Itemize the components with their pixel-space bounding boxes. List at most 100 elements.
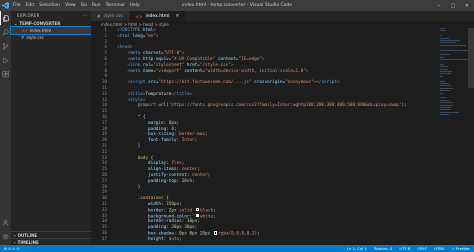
code-token: charset (142, 51, 161, 57)
status-item[interactable]: ✓ Prettier (452, 246, 470, 251)
minimap-line (440, 71, 453, 73)
minimap-line (440, 49, 468, 51)
code-token: center (192, 173, 208, 178)
explorer-title: EXPLORER (17, 13, 40, 18)
code-token: link (129, 62, 143, 68)
settings-gear-icon[interactable] (0, 229, 11, 243)
code-token: flex (171, 161, 182, 167)
code-token: border-box (179, 132, 205, 138)
explorer-icon[interactable] (0, 11, 11, 25)
code-token: ; (197, 219, 200, 225)
code-token: center (181, 167, 198, 173)
source-control-icon[interactable] (0, 39, 11, 53)
color-swatch[interactable] (213, 231, 218, 235)
search-icon[interactable] (0, 25, 11, 39)
minimap-line (440, 92, 444, 94)
code-token: ; (179, 236, 182, 242)
code-token: meta (129, 57, 143, 62)
code-token: width (148, 202, 161, 207)
code-token: display (148, 161, 167, 167)
minimap-line (440, 75, 444, 77)
close-tab-icon[interactable]: ✕ (175, 14, 179, 19)
folder-header[interactable]: ⌄ TEMP-CONVERTER (11, 20, 91, 27)
timeline-section[interactable]: › TIMELINE (11, 238, 91, 245)
minimap-line (440, 68, 449, 70)
editor-area: # style.css <> index.html ✕ index.html > htm… (91, 11, 474, 245)
status-bar: ⊗ 0 ⚠ 0 Ln 1, Col 1 Spaces: 4 UTF-8 CRLF HTM… (0, 245, 474, 252)
minimap-line (440, 109, 451, 111)
status-item[interactable]: UTF-8 (399, 246, 410, 251)
menu-item-terminal[interactable]: Terminal (106, 3, 125, 8)
status-item[interactable]: Spaces: 4 (374, 246, 392, 251)
minimap-line (440, 56, 444, 58)
code-token: 0px (168, 120, 177, 126)
scrollbar-thumb[interactable] (468, 28, 474, 88)
status-item[interactable]: CRLF (417, 246, 427, 251)
file-item[interactable]: <> index.html (10, 26, 92, 35)
code-token: ; (257, 231, 260, 237)
minimap-line (440, 59, 468, 61)
tab-index-html[interactable]: <> index.html ✕ (129, 11, 187, 21)
code-token: ; (197, 167, 200, 173)
css-file-icon: # (21, 35, 25, 40)
code-token: title (176, 91, 190, 97)
minimize-icon[interactable]: – (432, 0, 446, 11)
code-token: { (140, 115, 146, 120)
code-line: 8 <meta name="viewport" content="width=d… (91, 68, 308, 75)
code-token: box-sizing (148, 132, 174, 138)
code-token: > (129, 45, 133, 51)
code-token: "/style.css" (199, 62, 231, 68)
code-token: } (117, 184, 141, 190)
breadcrumb[interactable]: index.html > html > head > style (91, 21, 474, 28)
menu-item-selection[interactable]: Selection (39, 3, 60, 8)
outline-section[interactable]: › OUTLINE (11, 231, 91, 238)
code-editor[interactable]: 1 <!DOCTYPE html> 2 <html lang="en"> 3 4 <head… (91, 28, 474, 245)
code-token: crossorigin (254, 80, 283, 86)
color-swatch[interactable] (195, 213, 200, 218)
file-item[interactable]: # style.css (11, 34, 91, 41)
more-actions-icon[interactable]: ⋯ (83, 13, 87, 18)
code-line: 10 <script src="https://kit.fontawesome.… (91, 80, 340, 86)
code-token: Inter (181, 138, 195, 144)
problems-indicator[interactable]: ⊗ 0 ⚠ 0 (4, 246, 19, 251)
code-token: ; (181, 161, 185, 167)
menu-item-view[interactable]: View (65, 3, 76, 8)
color-swatch[interactable] (195, 207, 200, 212)
minimap-line (440, 104, 453, 106)
status-item[interactable]: HTML (434, 246, 445, 251)
account-icon[interactable] (0, 215, 11, 229)
code-token: "width=device-width, initial-scale=1.0" (205, 68, 306, 74)
tab-style-css[interactable]: # style.css (91, 11, 130, 21)
status-item[interactable]: Ln 1, Col 1 (347, 246, 367, 251)
html-file-icon: <> (21, 28, 28, 33)
explorer-header: EXPLORER ⋯ (11, 11, 91, 20)
minimap[interactable] (440, 28, 468, 158)
code-token: content (217, 57, 237, 62)
menu-item-go[interactable]: Go (81, 3, 87, 8)
run-debug-icon[interactable] (0, 53, 11, 67)
maximize-icon[interactable]: □ (446, 0, 460, 11)
minimap-line (440, 87, 453, 89)
minimap-line (440, 114, 449, 116)
code-token: align-items (148, 167, 177, 173)
menu-item-run[interactable]: Run (92, 3, 101, 8)
extensions-icon[interactable] (0, 67, 11, 81)
chevron-down-icon: ⌄ (14, 21, 18, 26)
code-token: padding-top (148, 178, 177, 184)
minimap-line (440, 102, 453, 104)
menu-item-help[interactable]: Help (130, 3, 140, 8)
close-icon[interactable]: ✕ (460, 0, 474, 11)
line-text: height: auto; (111, 237, 182, 243)
menu-item-edit[interactable]: Edit (26, 3, 35, 8)
code-token: 20px 30px (171, 225, 195, 231)
code-token: "anonymous" (285, 80, 314, 86)
code-token: justify-content (148, 173, 187, 178)
editor-scrollbar[interactable] (468, 28, 474, 245)
menu-item-file[interactable]: File (13, 3, 21, 8)
